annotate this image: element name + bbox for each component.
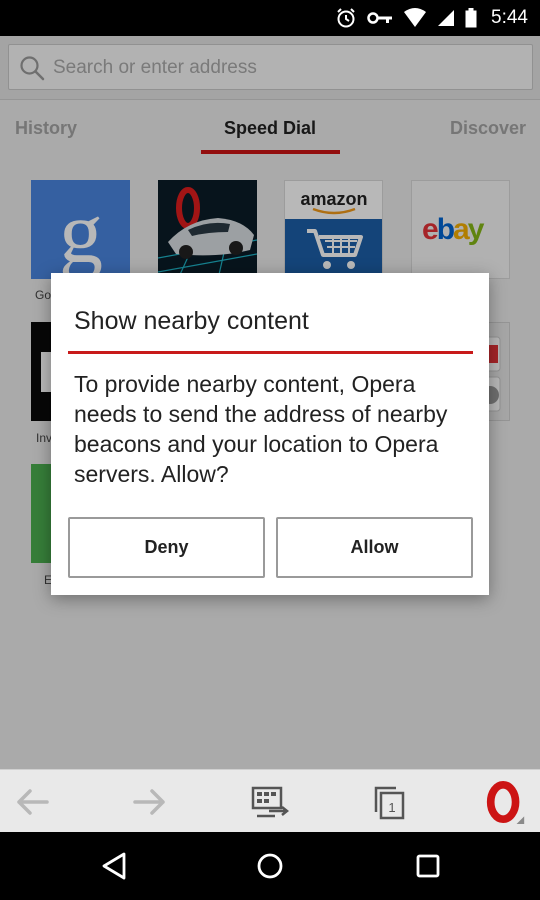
forward-button[interactable] [128, 780, 172, 824]
tabs-button[interactable]: 1 [367, 780, 411, 824]
nav-recents-icon [416, 854, 440, 878]
dialog-message: To provide nearby content, Opera needs t… [74, 371, 448, 487]
deny-button[interactable]: Deny [68, 517, 265, 578]
status-time: 5:44 [491, 7, 528, 28]
svg-text:1: 1 [388, 800, 395, 815]
back-button[interactable] [10, 780, 54, 824]
signal-icon [437, 9, 455, 27]
speed-dial-switch-button[interactable] [248, 780, 292, 824]
dialog-divider [68, 351, 473, 354]
speed-dial-switch-icon [251, 786, 289, 818]
dialog-title: Show nearby content [74, 307, 309, 335]
back-arrow-icon [17, 789, 49, 815]
forward-arrow-icon [133, 789, 165, 815]
status-bar: 5:44 [0, 0, 540, 36]
tabs-icon: 1 [374, 786, 405, 820]
alarm-icon [335, 7, 357, 29]
allow-button[interactable]: Allow [276, 517, 473, 578]
system-nav-bar [0, 832, 540, 900]
nearby-content-dialog: Show nearby content To provide nearby co… [51, 273, 489, 595]
nav-home-icon [257, 853, 283, 879]
nav-back-button[interactable] [94, 846, 134, 886]
wifi-icon [403, 8, 427, 28]
nav-back-icon [102, 852, 126, 880]
nav-recents-button[interactable] [408, 846, 448, 886]
nav-home-button[interactable] [250, 846, 290, 886]
opera-menu-button[interactable] [484, 780, 528, 824]
vpn-key-icon [367, 11, 393, 25]
battery-icon [465, 8, 477, 28]
opera-menu-icon [486, 780, 525, 824]
bottom-toolbar: 1 [0, 769, 540, 832]
